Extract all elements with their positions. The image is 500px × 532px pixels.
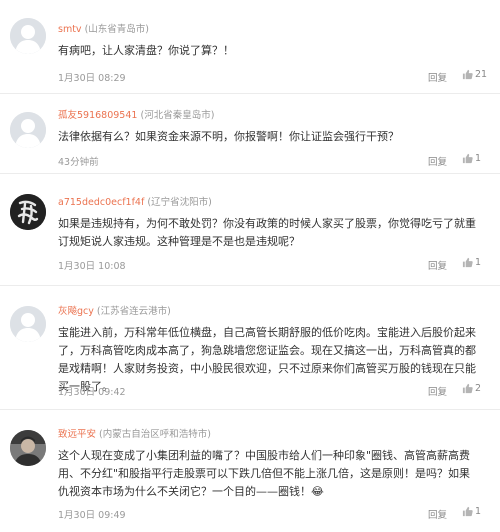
username-link[interactable]: 灰飚gcy bbox=[58, 306, 94, 317]
user-location: (内蒙古自治区呼和浩特市) bbox=[99, 429, 211, 440]
comment-header: smtv (山东省青岛市) bbox=[58, 23, 149, 37]
calligraphy-avatar-icon[interactable] bbox=[10, 194, 46, 230]
thumbs-up-icon bbox=[462, 506, 473, 517]
reply-button[interactable]: 回复 bbox=[428, 70, 447, 84]
username-link[interactable]: 致远平安 bbox=[58, 429, 96, 440]
comment-item: smtv (山东省青岛市) 有病吧，让人家清盘？你说了算？！ 1月30日 08:… bbox=[0, 0, 500, 94]
comment-time: 1月30日 09:42 bbox=[58, 387, 126, 398]
comment-time: 1月30日 09:49 bbox=[58, 510, 126, 521]
thumbs-up-icon bbox=[462, 257, 473, 268]
default-avatar-icon[interactable] bbox=[10, 306, 46, 342]
user-location: (辽宁省沈阳市) bbox=[147, 197, 212, 208]
comment-item: 致远平安 (内蒙古自治区呼和浩特市) 这个人现在变成了小集团利益的嘴了？中国股市… bbox=[0, 410, 500, 532]
default-avatar-icon[interactable] bbox=[10, 112, 46, 148]
like-button[interactable]: 1 bbox=[462, 153, 481, 164]
comment-header: 致远平安 (内蒙古自治区呼和浩特市) bbox=[58, 428, 211, 442]
username-link[interactable]: smtv bbox=[58, 24, 82, 35]
comment-time: 1月30日 10:08 bbox=[58, 261, 126, 272]
comment-header: a715dedc0ecf1f4f (辽宁省沈阳市) bbox=[58, 196, 212, 210]
reply-button[interactable]: 回复 bbox=[428, 154, 447, 168]
like-count: 1 bbox=[475, 257, 482, 268]
username-link[interactable]: a715dedc0ecf1f4f bbox=[58, 197, 144, 208]
user-location: (山东省青岛市) bbox=[84, 24, 150, 35]
comment-time: 1月30日 08:29 bbox=[58, 73, 126, 84]
default-avatar-icon[interactable] bbox=[10, 18, 46, 54]
comment-item: a715dedc0ecf1f4f (辽宁省沈阳市) 如果是违规持有，为何不敢处罚… bbox=[0, 174, 500, 286]
like-button[interactable]: 1 bbox=[462, 506, 481, 517]
comment-item: 灰飚gcy (江苏省连云港市) 宝能进入前，万科常年低位横盘，自己高管长期舒服的… bbox=[0, 286, 500, 410]
like-count: 21 bbox=[475, 69, 488, 80]
comment-header: 灰飚gcy (江苏省连云港市) bbox=[58, 305, 171, 319]
photo-avatar-icon[interactable] bbox=[10, 430, 46, 466]
comment-header: 孤友5916809541 (河北省秦皇岛市) bbox=[58, 109, 214, 123]
username-link[interactable]: 孤友5916809541 bbox=[58, 110, 137, 121]
reply-button[interactable]: 回复 bbox=[428, 507, 447, 521]
thumbs-up-icon bbox=[462, 383, 473, 394]
comment-text: 如果是违规持有，为何不敢处罚？你没有政策的时候人家买了股票，你觉得吃亏了就重订规… bbox=[58, 217, 476, 248]
comment-text: 这个人现在变成了小集团利益的嘴了？中国股市给人们一种印象"圈钱、高管高薪高费用、… bbox=[58, 449, 471, 498]
like-button[interactable]: 1 bbox=[462, 257, 481, 268]
reply-button[interactable]: 回复 bbox=[428, 384, 447, 398]
comment-item: 孤友5916809541 (河北省秦皇岛市) 法律依据有么？如果资金来源不明，你… bbox=[0, 94, 500, 174]
user-location: (江苏省连云港市) bbox=[96, 306, 171, 317]
thumbs-up-icon bbox=[462, 153, 473, 164]
comment-text: 法律依据有么？如果资金来源不明，你报警啊！你让证监会强行干预？ bbox=[58, 130, 399, 143]
reply-button[interactable]: 回复 bbox=[428, 258, 447, 272]
comment-text: 有病吧，让人家清盘？你说了算？！ bbox=[58, 44, 234, 57]
user-location: (河北省秦皇岛市) bbox=[140, 110, 215, 121]
like-button[interactable]: 2 bbox=[462, 383, 481, 394]
like-count: 2 bbox=[475, 383, 482, 394]
like-count: 1 bbox=[475, 153, 482, 164]
thumbs-up-icon bbox=[462, 69, 473, 80]
like-button[interactable]: 21 bbox=[462, 69, 487, 80]
comment-time: 43分钟前 bbox=[58, 157, 99, 168]
like-count: 1 bbox=[475, 506, 482, 517]
